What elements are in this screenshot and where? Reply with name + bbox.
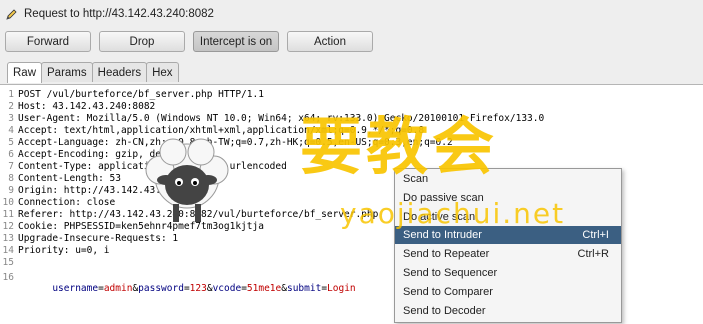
- param-name: vcode: [212, 283, 242, 294]
- request-line[interactable]: 1 POST /vul/burteforce/bf_server.php HTTP…: [0, 89, 264, 100]
- title-bar: Request to http://43.142.43.240:8082: [0, 0, 703, 28]
- line-number: 15: [2, 257, 14, 268]
- param-name: password: [138, 283, 184, 294]
- menu-item-send-to-comparer[interactable]: Send to Comparer: [395, 283, 621, 301]
- drop-button[interactable]: Drop: [99, 31, 185, 52]
- intercept-toggle-button[interactable]: Intercept is on: [193, 31, 279, 52]
- request-line-text: Content-Length: 53: [18, 173, 121, 184]
- request-line-text: Priority: u=0, i: [18, 245, 110, 256]
- request-line[interactable]: 15: [0, 257, 18, 268]
- request-line-text: POST /vul/burteforce/bf_server.php HTTP/…: [18, 89, 264, 100]
- request-line[interactable]: 13 Upgrade-Insecure-Requests: 1: [0, 233, 179, 244]
- line-number: 13: [2, 233, 14, 244]
- sheep-logo: [145, 138, 229, 222]
- line-number: 3: [8, 113, 14, 124]
- line-number: 1: [8, 89, 14, 100]
- menu-item-label: Send to Decoder: [403, 304, 486, 317]
- line-number: 2: [8, 101, 14, 112]
- menu-item-label: Do active scan: [403, 210, 476, 223]
- line-number: 8: [8, 173, 14, 184]
- param-value: admin: [103, 283, 133, 294]
- menu-item-label: Send to Comparer: [403, 285, 493, 298]
- tab-headers[interactable]: Headers: [91, 62, 148, 82]
- request-line-text: Host: 43.142.43.240:8082: [18, 101, 156, 112]
- tab-hex[interactable]: Hex: [146, 62, 179, 82]
- menu-item-label: Do passive scan: [403, 191, 484, 204]
- line-number: 10: [2, 197, 14, 208]
- line-number: 16: [2, 272, 14, 283]
- line-number: 5: [8, 137, 14, 148]
- forward-button[interactable]: Forward: [5, 31, 91, 52]
- request-line[interactable]: 14 Priority: u=0, i: [0, 245, 110, 256]
- intercept-toolbar: Forward Drop Intercept is on Action: [5, 31, 373, 52]
- menu-item-send-to-intruder[interactable]: Send to Intruder Ctrl+I: [395, 226, 621, 245]
- menu-item-send-to-decoder[interactable]: Send to Decoder: [395, 302, 621, 320]
- request-line-text: User-Agent: Mozilla/5.0 (Windows NT 10.0…: [18, 113, 545, 124]
- request-line[interactable]: 2 Host: 43.142.43.240:8082: [0, 101, 155, 112]
- line-number: 12: [2, 221, 14, 232]
- param-value: 51me1e: [246, 283, 282, 294]
- line-number: 14: [2, 245, 14, 256]
- menu-item-shortcut: Ctrl+R: [577, 248, 609, 261]
- menu-item-scan[interactable]: Scan: [395, 170, 621, 188]
- pencil-icon: [4, 7, 18, 21]
- line-number: 11: [2, 209, 14, 220]
- context-menu: Scan Do passive scan Do active scan Send to…: [394, 168, 622, 323]
- request-line[interactable]: 8 Content-Length: 53: [0, 173, 121, 184]
- menu-item-label: Send to Sequencer: [403, 267, 498, 279]
- line-number: 4: [8, 125, 14, 136]
- line-number: 6: [8, 149, 14, 160]
- menu-item-shortcut: Ctrl+I: [582, 229, 609, 242]
- window-title: Request to http://43.142.43.240:8082: [24, 8, 214, 20]
- menu-item-send-to-sequencer[interactable]: Send to Sequencer: [395, 264, 621, 282]
- menu-item-label: Scan: [403, 173, 429, 185]
- request-line-text: Connection: close: [18, 197, 116, 208]
- line-number: 7: [8, 161, 14, 172]
- param-name: submit: [286, 283, 322, 294]
- menu-item-do-passive-scan[interactable]: Do passive scan: [395, 189, 621, 207]
- line-number: 9: [8, 185, 14, 196]
- param-name: username: [52, 283, 99, 294]
- menu-item-label: Send to Repeater: [403, 248, 490, 261]
- request-line-text: Upgrade-Insecure-Requests: 1: [18, 233, 179, 244]
- request-body-line[interactable]: 16 username=admin&password=123&vcode=51m…: [0, 272, 356, 294]
- menu-item-send-to-repeater[interactable]: Send to Repeater Ctrl+R: [395, 245, 621, 263]
- request-line[interactable]: 3 User-Agent: Mozilla/5.0 (Windows NT 10.…: [0, 113, 544, 124]
- menu-item-do-active-scan[interactable]: Do active scan: [395, 208, 621, 226]
- param-value: Login: [327, 283, 356, 294]
- param-value: 123: [189, 283, 207, 294]
- message-tabs: Raw Params Headers Hex: [7, 62, 179, 83]
- tab-params[interactable]: Params: [41, 62, 93, 82]
- request-line[interactable]: 10 Connection: close: [0, 197, 116, 208]
- menu-item-label: Send to Intruder: [403, 229, 482, 242]
- tab-raw[interactable]: Raw: [7, 62, 43, 83]
- action-button[interactable]: Action: [287, 31, 373, 52]
